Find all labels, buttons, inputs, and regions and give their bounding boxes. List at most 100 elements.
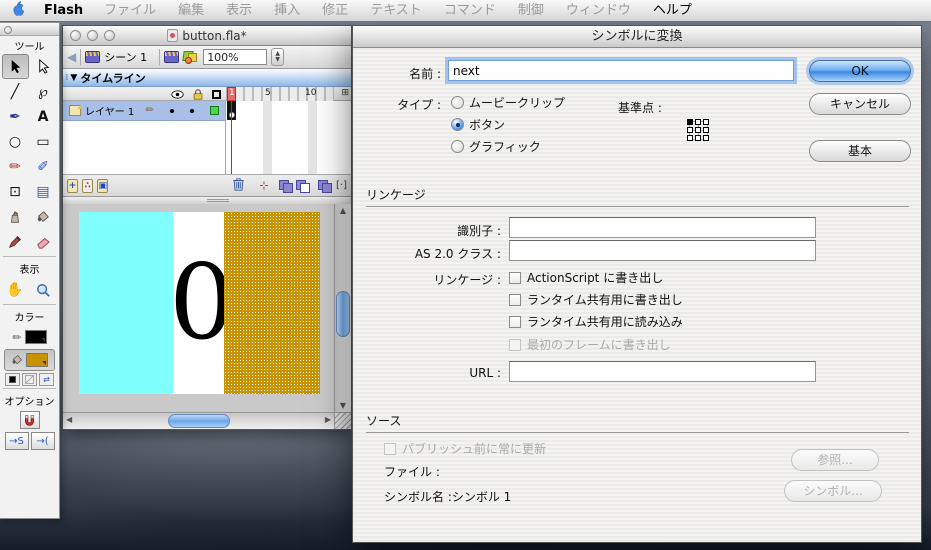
line-tool[interactable]: ╱	[2, 79, 29, 104]
scroll-right-arrow-icon[interactable]: ▶	[325, 415, 331, 424]
edit-multiple-frames-button[interactable]	[318, 180, 326, 191]
straighten-button[interactable]: →(	[31, 432, 55, 450]
stage-selected-gold-rectangle[interactable]	[224, 212, 320, 394]
import-for-runtime-sharing-checkbox[interactable]: ランタイム共有用に読み込み	[509, 313, 683, 330]
fill-color-swatch[interactable]	[26, 353, 48, 367]
show-hide-eye-icon[interactable]	[171, 90, 184, 99]
document-titlebar[interactable]: button.fla*	[63, 26, 351, 46]
layer-lock-dot-icon[interactable]	[190, 109, 194, 113]
horizontal-scrollbar[interactable]: ◀ ▶	[63, 412, 334, 429]
free-transform-tool[interactable]: ⊡	[2, 179, 29, 204]
subselection-tool[interactable]	[30, 54, 57, 79]
outline-view-icon[interactable]	[212, 90, 221, 99]
horizontal-scroll-thumb[interactable]	[168, 414, 230, 428]
stroke-color-row[interactable]: ✏	[4, 326, 55, 348]
zoom-level-field[interactable]: 100%	[203, 49, 267, 65]
add-motion-guide-button[interactable]: ∴	[82, 179, 93, 193]
radio-selected-icon[interactable]	[451, 118, 464, 131]
pencil-tool[interactable]: ✏	[2, 154, 29, 179]
onion-skin-button[interactable]	[279, 180, 287, 191]
close-icon[interactable]	[4, 26, 12, 34]
zoom-tool[interactable]	[30, 277, 57, 302]
insert-layer-folder-button[interactable]: ▣	[97, 179, 108, 193]
rectangle-tool[interactable]: ▭	[30, 129, 57, 154]
frame-view-menu-icon[interactable]: ⊞	[341, 88, 349, 98]
type-radio-movieclip[interactable]: ムービークリップ	[451, 94, 565, 111]
cancel-button[interactable]: キャンセル	[809, 93, 911, 115]
snap-to-objects-button[interactable]	[20, 411, 40, 429]
layer-row[interactable]: レイヤー 1 ✏	[63, 101, 225, 121]
registration-point-topleft-selected[interactable]	[687, 119, 693, 125]
no-color-button[interactable]	[22, 373, 37, 386]
splitter-grip-icon	[207, 199, 229, 202]
radio-icon[interactable]	[451, 96, 464, 109]
menu-flash[interactable]: Flash	[34, 0, 93, 22]
insert-layer-button[interactable]: +	[67, 179, 78, 193]
scene-name[interactable]: シーン 1	[104, 49, 147, 65]
layer-visible-dot-icon[interactable]	[170, 109, 174, 113]
zoom-stepper[interactable]: ▲▼	[271, 48, 284, 66]
lasso-tool[interactable]: ℘	[30, 79, 57, 104]
window-resize-grip[interactable]	[334, 412, 351, 429]
frames-area[interactable]	[227, 101, 334, 174]
type-radio-graphic[interactable]: グラフィック	[451, 138, 541, 155]
ink-bottle-tool[interactable]	[2, 204, 29, 229]
panel-collapse-arrow-icon[interactable]: ▼	[70, 73, 77, 83]
brush-tool[interactable]: ✐	[30, 154, 57, 179]
export-for-runtime-sharing-checkbox[interactable]: ランタイム共有用に書き出し	[509, 291, 683, 308]
registration-grid[interactable]	[687, 119, 711, 143]
export-in-first-frame-checkbox: 最初のフレームに書き出し	[509, 336, 671, 353]
stage-cyan-rectangle[interactable]	[79, 212, 173, 394]
smooth-button[interactable]: →S	[5, 432, 29, 450]
apple-menu[interactable]	[0, 0, 34, 21]
eraser-tool[interactable]	[30, 229, 57, 254]
basic-button[interactable]: 基本	[809, 140, 911, 162]
checkbox-icon[interactable]	[509, 294, 521, 306]
frame-ruler[interactable]: 1 5 10	[226, 87, 334, 101]
checkbox-icon[interactable]	[509, 272, 521, 284]
identifier-input[interactable]	[509, 217, 816, 238]
scroll-down-arrow-icon[interactable]: ▼	[335, 401, 351, 410]
layer-outline-color-swatch[interactable]	[210, 106, 219, 115]
eyedropper-tool[interactable]	[2, 229, 29, 254]
ink-bottle-icon	[8, 210, 22, 224]
default-colors-button[interactable]	[5, 373, 20, 386]
edit-scene-icon[interactable]	[164, 51, 179, 63]
as-class-input[interactable]	[509, 240, 816, 261]
delete-layer-trash-icon[interactable]	[232, 177, 245, 195]
type-radio-button[interactable]: ボタン	[451, 116, 505, 133]
url-input[interactable]	[509, 361, 816, 382]
back-arrow-icon[interactable]: ◀	[67, 50, 76, 64]
playhead[interactable]	[231, 101, 232, 174]
fill-color-row[interactable]	[4, 349, 55, 371]
oval-tool[interactable]: ○	[2, 129, 29, 154]
text-tool[interactable]: A	[30, 104, 57, 129]
stage-zero-text[interactable]: 0	[169, 222, 229, 382]
paint-bucket-tool[interactable]	[30, 204, 57, 229]
edit-symbols-icon[interactable]	[183, 51, 199, 64]
radio-icon[interactable]	[451, 140, 464, 153]
vertical-scroll-thumb[interactable]	[336, 291, 350, 337]
ok-button[interactable]: OK	[809, 60, 911, 82]
source-section-header: ソース	[366, 412, 909, 433]
tools-grid: ╱ ℘ ✒ A ○ ▭ ✏ ✐ ⊡ ▤	[0, 54, 59, 254]
scroll-left-arrow-icon[interactable]: ◀	[66, 415, 72, 424]
selection-tool[interactable]	[2, 54, 29, 79]
fill-transform-tool[interactable]: ▤	[30, 179, 57, 204]
stage[interactable]: 0	[63, 204, 334, 412]
layer-name[interactable]: レイヤー 1	[85, 103, 134, 118]
pen-tool[interactable]: ✒	[2, 104, 29, 129]
menu-help[interactable]: ヘルプ	[642, 0, 703, 22]
checkbox-icon[interactable]	[509, 316, 521, 328]
modify-onion-markers-button[interactable]: [·]	[336, 180, 347, 191]
onion-skin-outlines-button[interactable]	[296, 180, 304, 191]
symbol-name-input[interactable]	[448, 60, 794, 81]
lock-icon[interactable]	[193, 89, 203, 100]
vertical-scrollbar[interactable]: ▲ ▼	[334, 204, 351, 412]
swap-colors-button[interactable]: ⇄	[39, 373, 54, 386]
timeline-panel-header[interactable]: ⁞ ▼ タイムライン	[63, 69, 351, 87]
scroll-up-arrow-icon[interactable]: ▲	[335, 206, 351, 215]
stroke-color-swatch[interactable]	[25, 330, 47, 344]
hand-tool[interactable]: ✋	[2, 277, 29, 302]
export-for-actionscript-checkbox[interactable]: ActionScript に書き出し	[509, 269, 663, 286]
